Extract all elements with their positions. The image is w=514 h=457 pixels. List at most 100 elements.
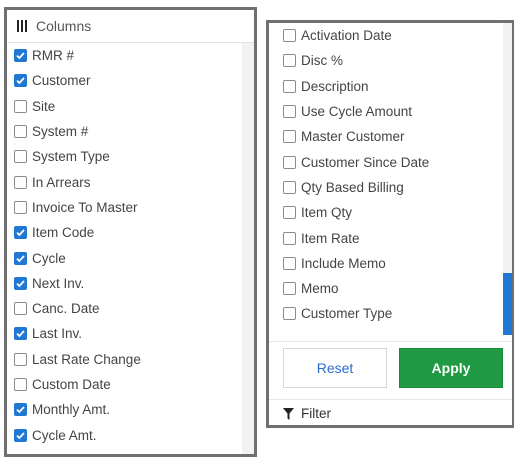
column-option-label: System # (32, 124, 89, 140)
column-checkbox[interactable] (14, 226, 27, 240)
column-checkbox[interactable] (283, 282, 296, 296)
column-option-label: Master Customer (301, 129, 405, 145)
column-checkbox[interactable] (283, 105, 296, 119)
columns-header-label: Columns (36, 18, 92, 34)
column-checkbox[interactable] (14, 175, 27, 189)
column-option[interactable]: Activation Date (269, 23, 512, 48)
column-checkbox[interactable] (14, 327, 27, 341)
column-checkbox[interactable] (14, 200, 27, 214)
column-checkbox[interactable] (14, 125, 27, 139)
column-option[interactable]: Cycle (7, 245, 254, 270)
column-option-label: Cycle Amt. (32, 427, 97, 443)
column-option[interactable]: System # (7, 119, 254, 144)
column-checkbox[interactable] (14, 302, 27, 316)
column-option[interactable]: Master Customer (269, 124, 512, 149)
column-option-label: Item Qty (301, 205, 353, 221)
column-option[interactable]: Monthly Amt. (7, 397, 254, 422)
filter-label: Filter (301, 406, 331, 421)
column-option-label: Item Rate (301, 230, 360, 246)
column-checkbox[interactable] (14, 150, 27, 164)
filter-toggle[interactable]: Filter (269, 399, 512, 425)
column-option-label: Qty Based Billing (301, 179, 404, 195)
column-option-label: RMR # (32, 48, 75, 64)
column-option-label: Description (301, 78, 369, 94)
checkmark-icon (16, 254, 25, 262)
column-option-label: Disc % (301, 53, 344, 69)
column-checkbox[interactable] (14, 378, 27, 391)
column-option[interactable]: Customer (7, 68, 254, 93)
column-checkbox[interactable] (283, 180, 296, 194)
columns-icon (17, 20, 27, 32)
checkmark-icon (16, 280, 25, 288)
column-checkbox[interactable] (283, 29, 296, 43)
column-option-label: Canc. Date (32, 301, 100, 317)
column-checkbox[interactable] (14, 276, 27, 290)
column-checkbox[interactable] (283, 256, 296, 270)
column-option[interactable]: Customer Type (269, 301, 512, 326)
column-option[interactable]: Custom Date (7, 372, 254, 397)
column-option-label: Include Memo (301, 255, 386, 271)
column-option-label: Invoice To Master (32, 199, 138, 215)
column-checkbox[interactable] (283, 206, 296, 220)
column-option[interactable]: Use Cycle Amount (269, 99, 512, 124)
left-scrollbar[interactable] (242, 43, 254, 454)
column-checkbox[interactable] (14, 428, 27, 442)
column-option[interactable]: Item Code (7, 220, 254, 245)
column-option-label: Activation Date (301, 28, 392, 44)
column-option-label: Memo (301, 281, 339, 297)
column-checkbox[interactable] (283, 130, 296, 144)
checkmark-icon (16, 406, 25, 414)
filter-icon (283, 407, 294, 420)
columns-panel-right: Activation Date Disc % Description Use Cycl… (266, 20, 514, 428)
column-option[interactable]: Last Rate Change (7, 347, 254, 372)
column-checkbox[interactable] (14, 403, 27, 417)
column-option[interactable]: Item Rate (269, 225, 512, 250)
column-checkbox[interactable] (14, 352, 27, 366)
column-option[interactable]: RMR # (7, 43, 254, 68)
columns-panel-left: Columns RMR # Customer Site System # System … (4, 7, 257, 457)
column-option[interactable]: In Arrears (7, 169, 254, 194)
column-option-label: Site (32, 98, 56, 114)
column-checkbox[interactable] (283, 307, 296, 321)
column-option[interactable]: Invoice To Master (7, 195, 254, 220)
column-option[interactable]: Next Inv. (7, 271, 254, 296)
column-option[interactable]: Description (269, 74, 512, 99)
column-option-label: Item Code (32, 225, 95, 241)
column-checkbox[interactable] (14, 74, 27, 88)
column-option[interactable]: Memo (269, 276, 512, 301)
column-checkbox[interactable] (283, 155, 296, 169)
right-scrollbar[interactable] (503, 23, 512, 335)
column-checkbox[interactable] (283, 79, 296, 93)
checkmark-icon (16, 431, 25, 439)
column-option[interactable]: Item Qty (269, 200, 512, 225)
column-option-label: Use Cycle Amount (301, 104, 413, 120)
column-option-label: Customer Since Date (301, 154, 430, 170)
column-option[interactable]: Canc. Date (7, 296, 254, 321)
reset-button[interactable]: Reset (283, 347, 387, 388)
column-option-label: Cycle (32, 250, 66, 266)
column-checkbox[interactable] (14, 251, 27, 265)
apply-button[interactable]: Apply (399, 347, 503, 388)
column-checkbox[interactable] (14, 99, 27, 113)
column-option[interactable]: Customer Since Date (269, 149, 512, 174)
column-option[interactable]: System Type (7, 144, 254, 169)
column-option[interactable]: Cycle Amt. (7, 422, 254, 447)
column-option[interactable]: Include Memo (269, 251, 512, 276)
action-buttons: Reset Apply (269, 341, 512, 393)
column-option-label: System Type (32, 149, 110, 165)
column-checkbox[interactable] (14, 49, 27, 63)
column-option-label: In Arrears (32, 174, 91, 190)
column-option[interactable]: Last Inv. (7, 321, 254, 346)
column-option-label: Last Inv. (32, 326, 83, 342)
checkmark-icon (16, 52, 25, 60)
column-option-label: Customer Type (301, 306, 393, 322)
column-option-label: Custom Date (32, 377, 111, 392)
column-checkbox[interactable] (283, 54, 296, 68)
scrollbar-thumb[interactable] (503, 273, 512, 335)
column-option-label: Monthly Amt. (32, 402, 111, 418)
column-option[interactable]: Site (7, 94, 254, 119)
column-option[interactable]: Qty Based Billing (269, 175, 512, 200)
columns-header: Columns (7, 10, 254, 43)
column-checkbox[interactable] (283, 231, 296, 245)
column-option[interactable]: Disc % (269, 48, 512, 73)
